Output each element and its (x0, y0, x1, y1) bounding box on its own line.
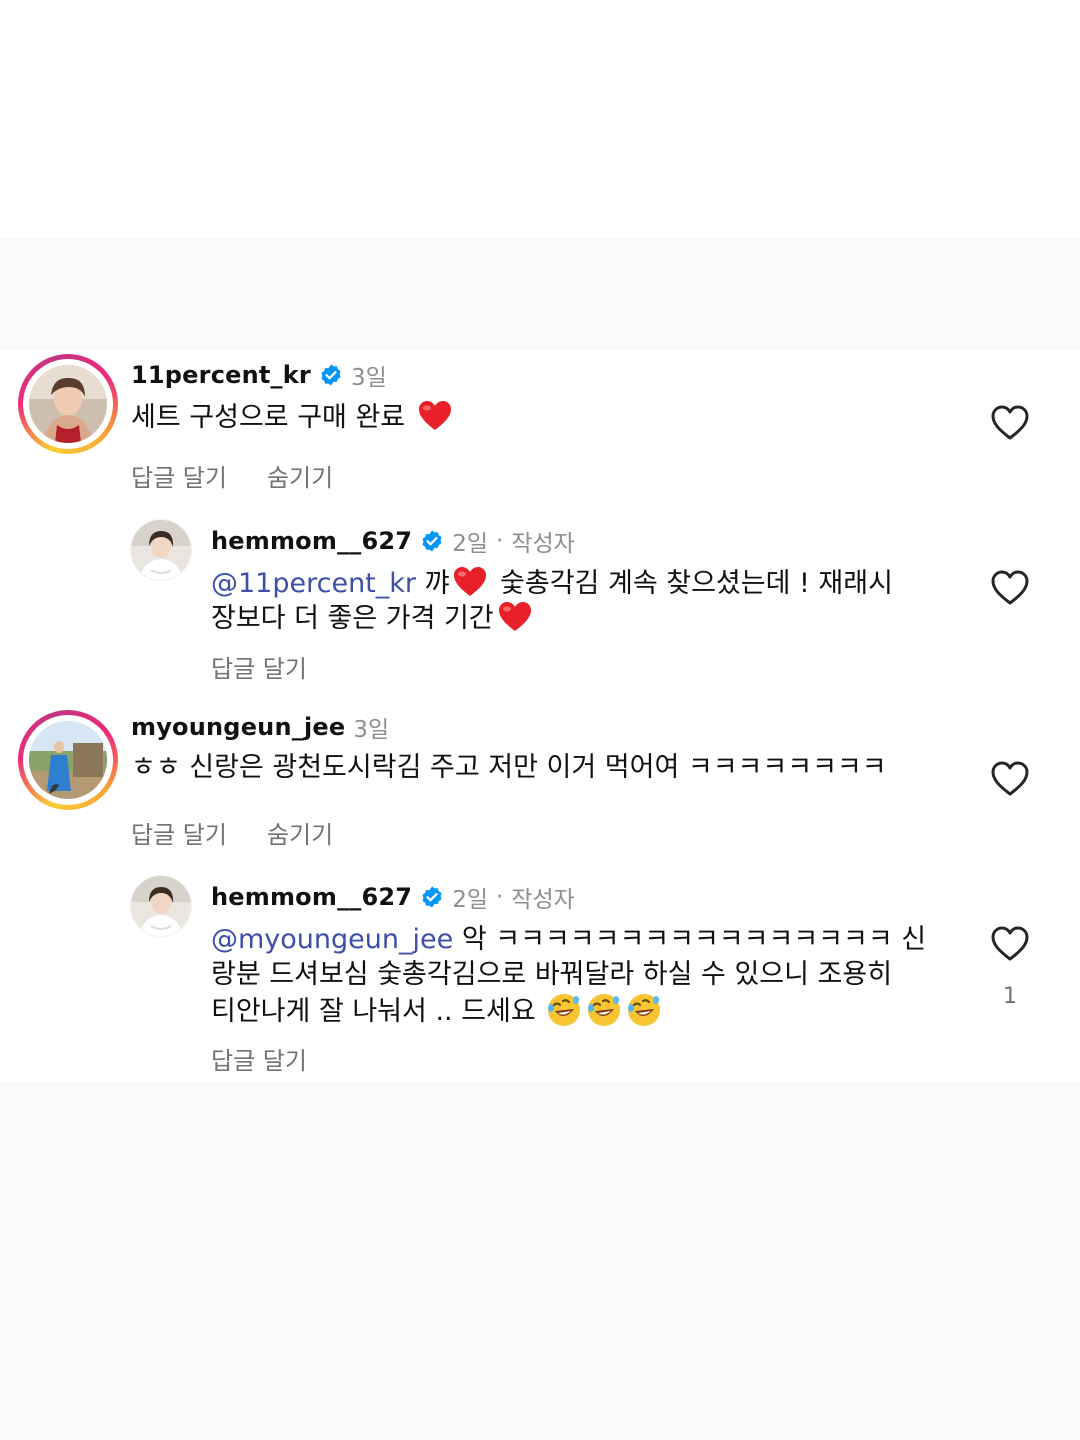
comment-line: 티안나게 잘 나눠서 .. 드세요 (211, 992, 951, 1029)
mention-link[interactable]: @myoungeun_jee (211, 924, 453, 955)
heart-outline-icon[interactable] (990, 568, 1030, 608)
red-heart-emoji (418, 401, 451, 430)
comment-text: 세트 구성으로 구매 완료 (131, 400, 931, 435)
comment-line: 장보다 더 좋은 가격 기간 (211, 601, 951, 636)
hide-button[interactable]: 숨기기 (267, 458, 333, 493)
comment-actions: 답글 달기 (211, 649, 307, 684)
comment-body: 장보다 더 좋은 가격 기간 (211, 603, 494, 634)
top-gray-band (0, 238, 1080, 350)
story-ring-avatar-11percent[interactable] (18, 354, 118, 454)
comment-text: @11percent_kr 꺄 숯총각김 계속 찾으셨는데 ! 재래시 장보다 … (211, 566, 951, 636)
reply-button[interactable]: 답글 달기 (131, 458, 227, 493)
comment-line: @myoungeun_jee 악 ㅋㅋㅋㅋㅋㅋㅋㅋㅋㅋㅋㅋㅋㅋㅋㅋ 신 (211, 922, 951, 957)
author-badge: 작성자 (511, 887, 575, 913)
avatar[interactable] (131, 876, 191, 936)
avatar (29, 365, 107, 443)
top-blank-area (0, 0, 1080, 238)
heart-outline-icon[interactable] (990, 924, 1030, 964)
comment-meta: hemmom__627 2일 · 작성자 (211, 880, 575, 914)
heart-outline-icon[interactable] (990, 403, 1030, 443)
separator-dot: · (495, 884, 504, 910)
verified-badge-icon (422, 886, 442, 908)
comment-body: 세트 구성으로 구매 완료 (131, 402, 406, 433)
comment-line: @11percent_kr 꺄 숯총각김 계속 찾으셨는데 ! 재래시 (211, 566, 951, 601)
username[interactable]: hemmom__627 (211, 527, 412, 555)
comment-meta: hemmom__627 2일 · 작성자 (211, 524, 575, 558)
comment-body: 랑분 드셔보심 숯총각김으로 바꿔달라 하실 수 있으니 조용히 (211, 959, 893, 990)
comment-meta: myoungeun_jee 3일 (131, 710, 389, 744)
verified-badge-icon (321, 364, 341, 386)
comment-body: ㅎㅎ 신랑은 광천도시락김 주고 저만 이거 먹어여 ㅋㅋㅋㅋㅋㅋㅋㅋ (131, 752, 887, 783)
comment-text: ㅎㅎ 신랑은 광천도시락김 주고 저만 이거 먹어여 ㅋㅋㅋㅋㅋㅋㅋㅋ (131, 750, 951, 785)
rofl-emoji (628, 994, 661, 1026)
like-count: 1 (1003, 984, 1017, 1009)
red-heart-emoji (498, 602, 531, 631)
comment-time: 2일 (452, 531, 488, 557)
comment-body: 악 ㅋㅋㅋㅋㅋㅋㅋㅋㅋㅋㅋㅋㅋㅋㅋㅋ 신 (453, 924, 927, 955)
comment-time: 3일 (353, 717, 390, 743)
reply-button[interactable]: 답글 달기 (131, 815, 227, 850)
comment-body: 꺄 (416, 568, 450, 599)
bottom-gray-band (0, 1082, 1080, 1440)
avatar (29, 721, 107, 799)
reply-button[interactable]: 답글 달기 (211, 1041, 307, 1076)
comment-text: @myoungeun_jee 악 ㅋㅋㅋㅋㅋㅋㅋㅋㅋㅋㅋㅋㅋㅋㅋㅋ 신 랑분 드… (211, 922, 951, 1029)
avatar[interactable] (131, 520, 191, 580)
comment-actions: 답글 달기 (211, 1041, 307, 1076)
comment-body: 숯총각김 계속 찾으셨는데 ! 재래시 (491, 568, 893, 599)
verified-badge-icon (422, 530, 442, 552)
mention-link[interactable]: @11percent_kr (211, 568, 416, 599)
red-heart-emoji (454, 567, 487, 596)
comment-body: 티안나게 잘 나눠서 .. 드세요 (211, 996, 536, 1027)
separator-dot: · (495, 528, 504, 554)
story-ring-avatar-myoungeun[interactable] (18, 710, 118, 810)
username[interactable]: myoungeun_jee (131, 713, 345, 741)
reply-button[interactable]: 답글 달기 (211, 649, 307, 684)
comment-actions: 답글 달기 숨기기 (131, 458, 333, 493)
comment-time: 2일 (452, 887, 488, 913)
hide-button[interactable]: 숨기기 (267, 815, 333, 850)
comment-time: 3일 (350, 365, 387, 391)
rofl-emoji (548, 994, 581, 1026)
comment-actions: 답글 달기 숨기기 (131, 815, 333, 850)
rofl-emoji (588, 994, 621, 1026)
author-badge: 작성자 (511, 531, 575, 557)
comment-line: 랑분 드셔보심 숯총각김으로 바꿔달라 하실 수 있으니 조용히 (211, 957, 951, 992)
username[interactable]: hemmom__627 (211, 883, 412, 911)
comment-meta: 11percent_kr 3일 (131, 358, 387, 392)
heart-outline-icon[interactable] (990, 759, 1030, 799)
username[interactable]: 11percent_kr (131, 361, 311, 389)
